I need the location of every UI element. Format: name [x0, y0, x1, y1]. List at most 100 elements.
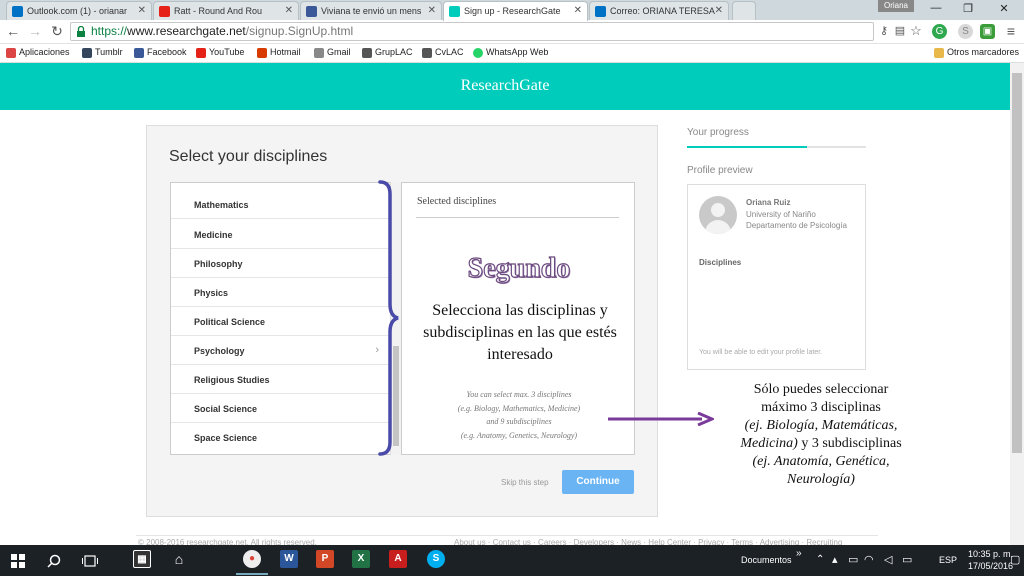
tab-correo[interactable]: Correo: ORIANA TERESA ✕ [589, 1, 729, 20]
preview-disciplines-label: Disciplines [699, 258, 742, 267]
list-item[interactable]: Political Science [171, 307, 391, 336]
clock-date[interactable]: 17/05/2016 [968, 561, 1013, 571]
minimize-icon[interactable]: — [926, 2, 946, 14]
close-icon[interactable]: ✕ [428, 5, 436, 16]
profile-preview-card: Oriana Ruiz University of Nariño Departa… [687, 184, 866, 370]
cvlac-icon [422, 48, 432, 58]
store-icon[interactable]: ▦ [133, 550, 151, 568]
gmail-icon [314, 48, 324, 58]
new-tab-button[interactable] [732, 1, 756, 20]
avatar [699, 196, 737, 234]
tab-researchgate[interactable]: Sign up - ResearchGate ✕ [443, 1, 588, 21]
continue-button[interactable]: Continue [562, 470, 634, 494]
overlay-title: Segundo [467, 252, 571, 284]
screen: Outlook.com (1) - orianar ✕ Ratt - Round… [0, 0, 1024, 576]
chrome-icon[interactable]: ● [243, 550, 261, 568]
search-icon[interactable] [43, 551, 65, 571]
gruplac-icon [362, 48, 372, 58]
bookmark-cvlac[interactable]: CvLAC [422, 47, 464, 58]
list-item[interactable]: Philosophy [171, 249, 391, 278]
list-item[interactable]: Medicine [171, 220, 391, 249]
bookmark-tumblr[interactable]: Tumblr [82, 47, 123, 58]
hint-line: (e.g. Biology, Mathematics, Medicine) [457, 403, 581, 413]
bookmark-hotmail[interactable]: Hotmail [257, 47, 301, 58]
list-item[interactable]: Mathematics [171, 190, 391, 219]
side-annotation: Sólo puedes seleccionar máximo 3 discipl… [716, 381, 926, 489]
close-icon[interactable]: ✕ [574, 5, 582, 16]
word-icon[interactable]: W [280, 550, 298, 568]
list-item[interactable]: Social Science [171, 394, 391, 423]
volume-icon[interactable]: ◁ [884, 553, 892, 566]
skype-ext-icon[interactable]: S [958, 24, 973, 39]
bookmark-label: Otros marcadores [947, 47, 1020, 57]
key-icon[interactable]: ⚷ [876, 23, 892, 39]
facebook-icon [134, 48, 144, 58]
documents-toolbar[interactable]: Documentos [741, 555, 792, 565]
tab-label: Ratt - Round And Rou [174, 6, 263, 16]
skip-link[interactable]: Skip this step [501, 478, 549, 487]
bookmark-youtube[interactable]: YouTube [196, 47, 244, 58]
tumblr-icon [82, 48, 92, 58]
profile-name: Oriana Ruiz [746, 198, 791, 207]
bookmark-gmail[interactable]: Gmail [314, 47, 351, 58]
home-icon[interactable]: ⌂ [170, 550, 188, 568]
close-icon[interactable]: ✕ [138, 5, 146, 16]
windows-start-icon[interactable] [7, 551, 29, 571]
action-center-icon[interactable]: ▢ [1010, 553, 1020, 566]
bookmark-facebook[interactable]: Facebook [134, 47, 187, 58]
bookmark-apps[interactable]: Aplicaciones [6, 47, 70, 58]
bookmark-gruplac[interactable]: GrupLAC [362, 47, 413, 58]
close-window-icon[interactable]: ✕ [994, 2, 1014, 15]
discipline-label: Psychology [194, 346, 245, 356]
page-scrollbar[interactable] [1010, 63, 1024, 545]
site-logo[interactable]: ResearchGate [0, 77, 1010, 95]
extension-icon[interactable]: G [932, 24, 947, 39]
language-indicator[interactable]: ESP [939, 555, 957, 565]
bookmark-label: Gmail [327, 47, 351, 57]
tab-outlook[interactable]: Outlook.com (1) - orianar ✕ [6, 1, 152, 20]
reload-icon[interactable]: ↻ [49, 23, 65, 39]
list-item[interactable]: Psychology › [171, 336, 391, 365]
powerpoint-icon[interactable]: P [316, 550, 334, 568]
close-icon[interactable]: ✕ [285, 5, 293, 16]
chevron-icon[interactable]: » [796, 548, 802, 559]
skype-icon[interactable]: S [427, 550, 445, 568]
star-icon[interactable]: ☆ [908, 23, 924, 39]
taskbar: ▦ ⌂ ● W P X A S Documentos » ⌃ ▴ ▭ ◠ ◁ ▭… [0, 545, 1024, 576]
menu-icon[interactable]: ≡ [1003, 23, 1019, 39]
tab-facebook[interactable]: Viviana te envió un mens ✕ [300, 1, 442, 20]
wifi-icon[interactable]: ◠ [864, 553, 874, 566]
outlook-icon [12, 6, 23, 17]
bookmark-whatsapp[interactable]: WhatsApp Web [473, 47, 548, 58]
restore-icon[interactable]: ❐ [958, 2, 978, 15]
annotation-line: Medicina) [740, 436, 798, 451]
close-icon[interactable]: ✕ [715, 5, 723, 16]
hint-line: (e.g. Anatomy, Genetics, Neurology) [460, 430, 578, 440]
avatar-head [711, 203, 725, 217]
bookmark-label: Hotmail [270, 47, 301, 57]
list-item[interactable]: Physics [171, 278, 391, 307]
task-view-icon[interactable] [79, 551, 101, 571]
address-bar[interactable]: https://www.researchgate.net/signup.Sign… [70, 22, 874, 41]
clock-time[interactable]: 10:35 p. m. [968, 549, 1013, 559]
forward-icon[interactable]: → [27, 23, 43, 39]
profile-chip[interactable]: Oriana [878, 0, 914, 12]
list-item[interactable]: Space Science [171, 423, 391, 452]
page-icon[interactable]: ▤ [892, 23, 908, 39]
battery-icon[interactable]: ▭ [848, 553, 858, 566]
ext-square-icon[interactable]: ▣ [980, 24, 995, 39]
tab-youtube[interactable]: Ratt - Round And Rou ✕ [153, 1, 299, 20]
excel-icon[interactable]: X [352, 550, 370, 568]
notification-icon[interactable]: ▭ [902, 553, 912, 566]
scrollbar-thumb[interactable] [1012, 73, 1022, 453]
back-icon[interactable]: ← [5, 23, 21, 39]
bookmark-other[interactable]: Otros marcadores [934, 47, 1020, 58]
tray-expand-icon[interactable]: ⌃ [816, 554, 824, 565]
mail-icon [595, 6, 606, 17]
progress-fill [687, 146, 807, 148]
acrobat-icon[interactable]: A [389, 550, 407, 568]
list-item[interactable]: Religious Studies [171, 365, 391, 394]
whatsapp-icon [473, 48, 483, 58]
network-icon[interactable]: ▴ [832, 553, 838, 566]
active-app-indicator [236, 573, 268, 575]
